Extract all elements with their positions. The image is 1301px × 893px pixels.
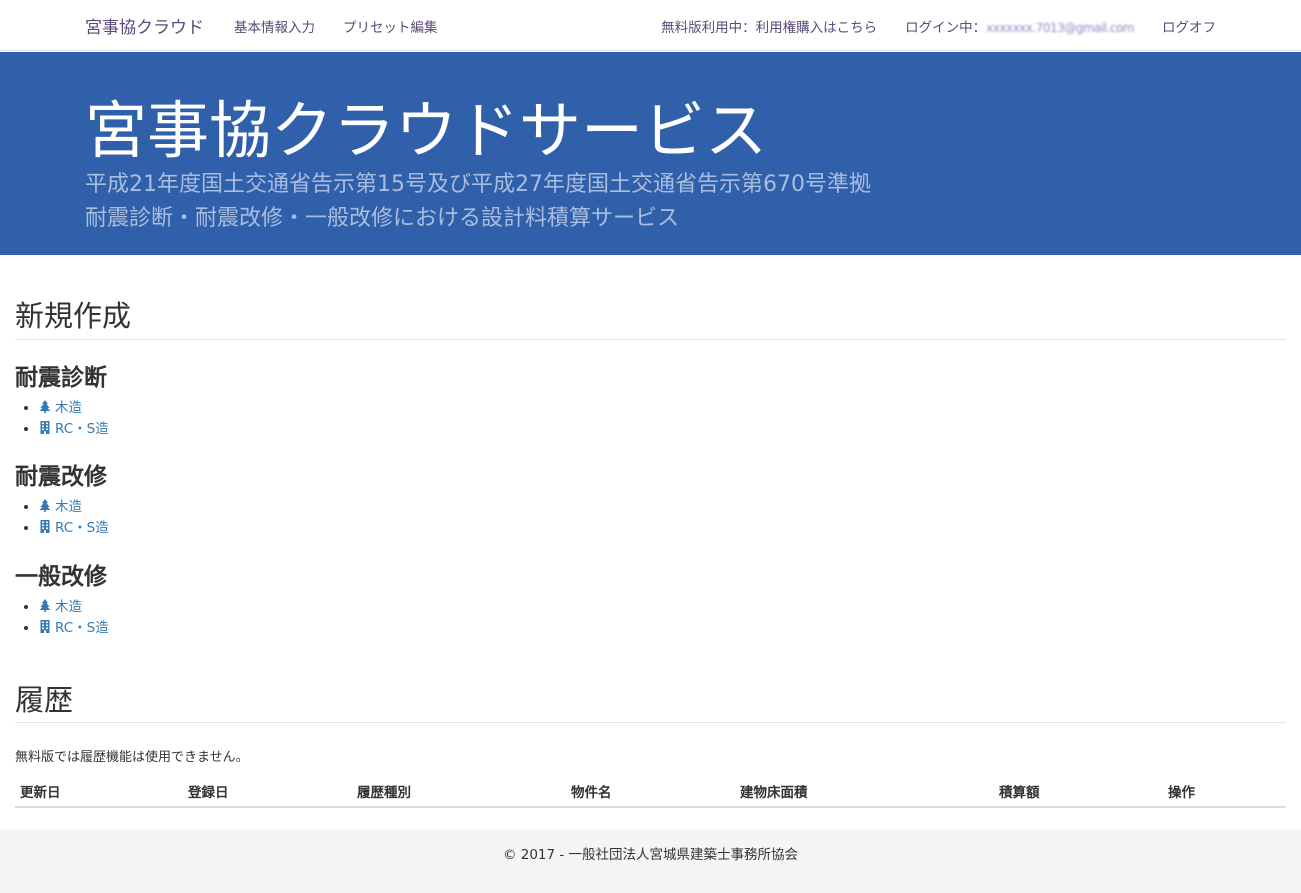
col-property-name: 物件名	[566, 775, 735, 808]
building-icon	[39, 620, 51, 633]
general-renovation-rcs-link[interactable]: RC・S造	[39, 620, 109, 636]
seismic-diagnosis-rcs-link[interactable]: RC・S造	[39, 421, 109, 437]
group-title-seismic-diagnosis: 耐震診断	[15, 365, 107, 391]
hero-title: 宮事協クラウドサービス	[85, 94, 768, 167]
link-label: 木造	[55, 599, 82, 615]
history-table: 更新日 登録日 履歴種別 物件名 建物床面積 積算額 操作	[15, 775, 1286, 808]
link-label: RC・S造	[55, 620, 109, 636]
building-icon	[39, 520, 51, 533]
tree-icon	[39, 499, 51, 512]
footer-copyright: © 2017 - 一般社団法人宮城県建築士事務所協会	[502, 847, 799, 863]
col-updated-date: 更新日	[15, 775, 183, 808]
seismic-diagnosis-wood-link[interactable]: 木造	[39, 400, 82, 416]
seismic-retrofit-rcs-link[interactable]: RC・S造	[39, 520, 109, 536]
list-item: RC・S造	[39, 518, 109, 539]
tree-icon	[39, 599, 51, 612]
login-label: ログイン中：	[905, 19, 987, 36]
tree-icon	[39, 400, 51, 413]
divider	[15, 339, 1286, 340]
nav-basic-info-link[interactable]: 基本情報入力	[234, 16, 315, 36]
footer: © 2017 - 一般社団法人宮城県建築士事務所協会	[0, 829, 1301, 893]
group-title-general-renovation: 一般改修	[15, 564, 107, 590]
history-disabled-note: 無料版では履歴機能は使用できません。	[15, 750, 249, 765]
col-operation: 操作	[1163, 775, 1286, 808]
divider	[15, 722, 1286, 723]
new-section-title: 新規作成	[15, 299, 132, 333]
building-icon	[39, 421, 51, 434]
general-renovation-wood-link[interactable]: 木造	[39, 599, 82, 615]
group-links-general-renovation: 木造 RC・S造	[39, 597, 109, 639]
group-links-seismic-retrofit: 木造 RC・S造	[39, 497, 109, 539]
hero-subtitle-line1: 平成21年度国土交通省告示第15号及び平成27年度国土交通省告示第670号準拠	[85, 172, 871, 197]
list-item: 木造	[39, 497, 109, 518]
col-estimate-amount: 積算額	[994, 775, 1163, 808]
login-status[interactable]: ログイン中：xxxxxxx.7013@gmail.com	[905, 16, 1134, 36]
link-label: 木造	[55, 400, 82, 416]
list-item: 木造	[39, 398, 109, 419]
hero-subtitle-line2: 耐震診断・耐震改修・一般改修における設計料積算サービス	[85, 206, 680, 231]
nav-preset-edit-link[interactable]: プリセット編集	[343, 16, 438, 36]
top-navbar: 宮事協クラウド 基本情報入力 プリセット編集 無料版利用中：利用権購入はこちら …	[0, 0, 1301, 51]
link-label: 木造	[55, 499, 82, 515]
group-title-seismic-retrofit: 耐震改修	[15, 464, 107, 490]
brand-link[interactable]: 宮事協クラウド	[85, 13, 204, 38]
link-label: RC・S造	[55, 520, 109, 536]
hero-banner: 宮事協クラウドサービス 平成21年度国土交通省告示第15号及び平成27年度国土交…	[0, 52, 1301, 255]
link-label: RC・S造	[55, 421, 109, 437]
list-item: RC・S造	[39, 419, 109, 440]
table-header-row: 更新日 登録日 履歴種別 物件名 建物床面積 積算額 操作	[15, 775, 1286, 808]
navbar-right: 無料版利用中：利用権購入はこちら ログイン中：xxxxxxx.7013@gmai…	[661, 0, 1216, 51]
seismic-retrofit-wood-link[interactable]: 木造	[39, 499, 82, 515]
col-history-type: 履歴種別	[352, 775, 566, 808]
col-registered-date: 登録日	[183, 775, 352, 808]
login-email: xxxxxxx.7013@gmail.com	[986, 20, 1134, 35]
purchase-link[interactable]: 無料版利用中：利用権購入はこちら	[661, 16, 877, 36]
list-item: RC・S造	[39, 618, 109, 639]
list-item: 木造	[39, 597, 109, 618]
history-section-title: 履歴	[15, 683, 74, 717]
logoff-link[interactable]: ログオフ	[1162, 16, 1216, 36]
col-floor-area: 建物床面積	[735, 775, 994, 808]
navbar-left: 宮事協クラウド 基本情報入力 プリセット編集	[85, 0, 466, 51]
group-links-seismic-diagnosis: 木造 RC・S造	[39, 398, 109, 440]
